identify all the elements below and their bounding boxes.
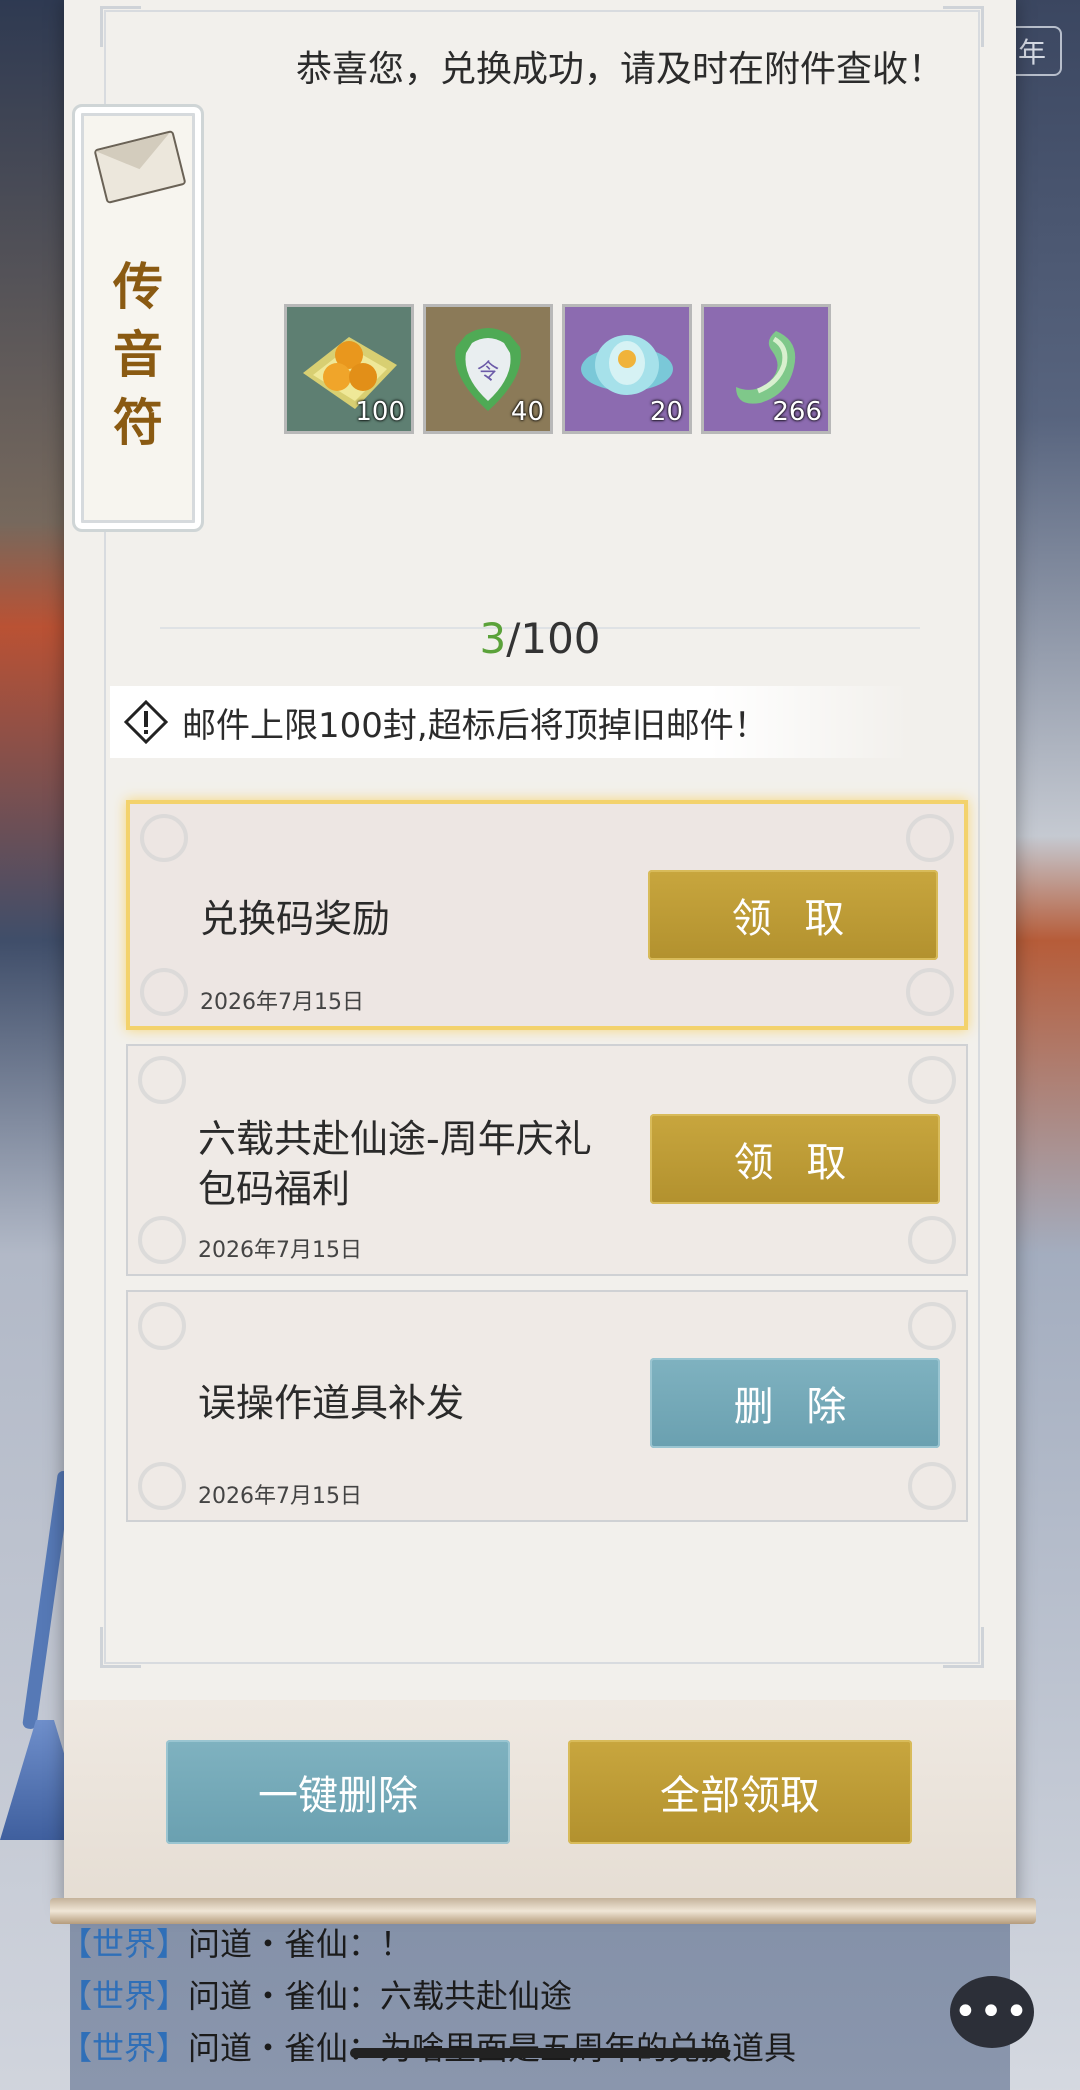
mail-title: 兑换码奖励: [200, 897, 391, 941]
mail-limit-notice: 邮件上限100封,超标后将顶掉旧邮件！: [110, 686, 910, 758]
mail-count-current: 3: [479, 614, 507, 663]
claim-all-button[interactable]: 全部领取: [568, 1740, 912, 1844]
delete-button[interactable]: 删 除: [650, 1358, 940, 1448]
claim-button[interactable]: 领 取: [650, 1114, 940, 1204]
chat-bubble-button[interactable]: •••: [950, 1976, 1034, 2048]
mail-title: 误操作道具补发: [198, 1381, 465, 1425]
reward-item[interactable]: 20: [562, 304, 692, 434]
reward-list: 100 令 40 20 266: [284, 304, 831, 434]
mail-count-total: /100: [506, 614, 601, 663]
envelope-icon: [93, 129, 187, 205]
mail-title: 六载共赴仙途-周年庆礼包码福利: [198, 1117, 592, 1211]
mail-item-anniversary-gift[interactable]: 六载共赴仙途-周年庆礼包码福利 领 取 2026年7月15日: [126, 1044, 968, 1276]
mail-date: 2026年7月15日: [198, 1238, 362, 1263]
svg-text:令: 令: [477, 360, 499, 385]
background-scene-right: [1010, 0, 1080, 2090]
chat-message: 【世界】问道・雀仙：！: [60, 1925, 413, 1963]
mail-date: 2026年7月15日: [200, 990, 364, 1015]
bottom-action-bar: 一键删除 全部领取: [64, 1700, 1016, 1910]
claim-button[interactable]: 领 取: [648, 870, 938, 960]
talisman-label: 传音符: [113, 257, 163, 452]
reward-item[interactable]: 令 40: [423, 304, 553, 434]
mail-item-redeem-reward[interactable]: 兑换码奖励 领 取 2026年7月15日: [126, 800, 968, 1030]
reward-item[interactable]: 100: [284, 304, 414, 434]
warning-icon: [124, 700, 168, 744]
sound-talisman-card: 传音符: [72, 104, 204, 532]
chat-message: 【世界】问道・雀仙：六载共赴仙途: [60, 1977, 573, 2015]
home-indicator: [350, 2048, 730, 2058]
delete-all-button[interactable]: 一键删除: [166, 1740, 510, 1844]
mail-counter: 3/100: [0, 614, 1080, 663]
mail-message: 恭喜您，兑换成功，请及时在附件查收！: [296, 49, 945, 90]
reward-item[interactable]: 266: [701, 304, 831, 434]
mail-item-item-reissue[interactable]: 误操作道具补发 删 除 2026年7月15日: [126, 1290, 968, 1522]
notice-text: 邮件上限100封,超标后将顶掉旧邮件！: [182, 705, 768, 746]
mail-date: 2026年7月15日: [198, 1484, 362, 1509]
